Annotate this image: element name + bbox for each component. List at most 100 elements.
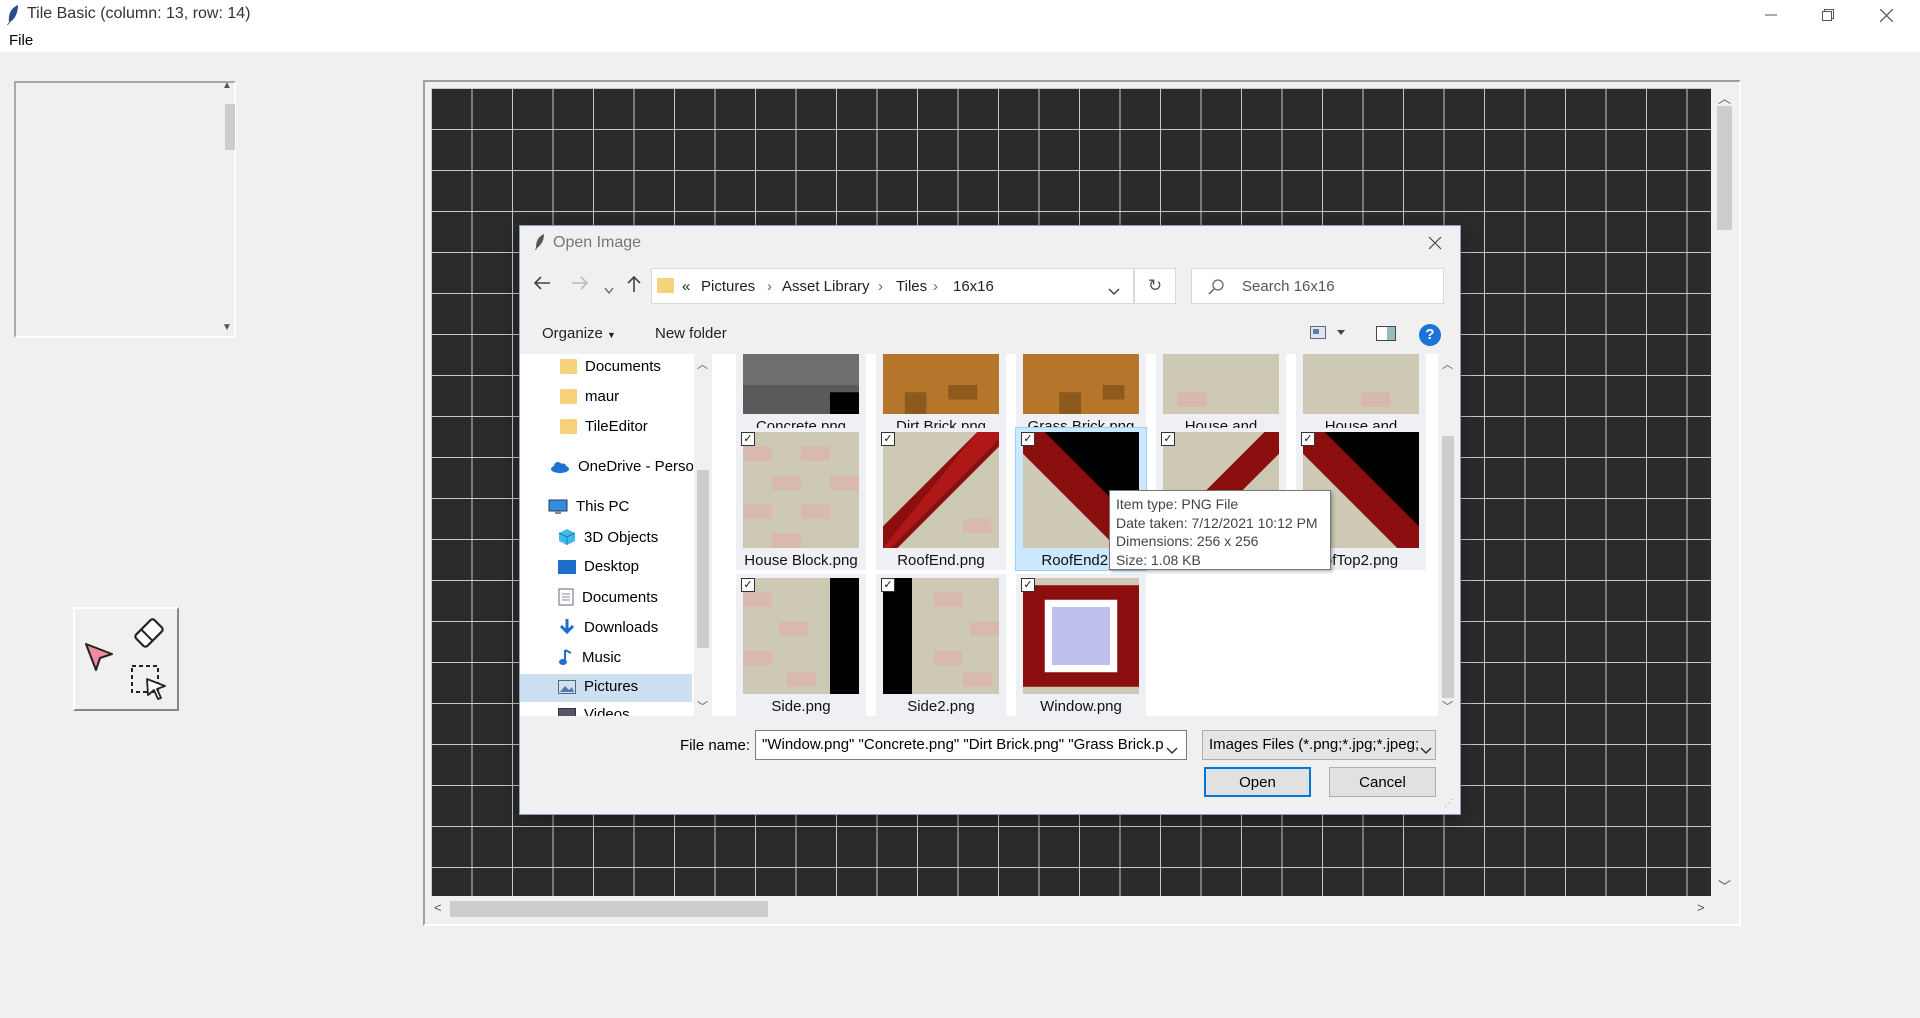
forward-button[interactable] — [571, 275, 589, 296]
caret-down-icon: ▼ — [607, 330, 616, 340]
item-checkbox[interactable]: ✓ — [881, 432, 895, 446]
title-bar — [0, 0, 1920, 30]
tile-thumbnail — [1023, 578, 1139, 694]
tile-list[interactable] — [14, 81, 236, 338]
breadcrumb-asset-library[interactable]: Asset Library — [782, 278, 870, 295]
tile-thumbnail — [1303, 354, 1419, 414]
item-checkbox[interactable]: ✓ — [1021, 578, 1035, 592]
close-icon — [1879, 8, 1893, 22]
file-item[interactable]: Dirt Brick.png — [876, 354, 1006, 436]
breadcrumb-prefix[interactable]: « — [682, 278, 690, 295]
item-checkbox[interactable]: ✓ — [741, 432, 755, 446]
item-checkbox[interactable]: ✓ — [1021, 432, 1035, 446]
search-box[interactable]: Search 16x16 — [1191, 268, 1444, 304]
nav-item-downloads[interactable]: Downloads — [558, 618, 658, 636]
file-tooltip: Item type: PNG File Date taken: 7/12/202… — [1109, 490, 1331, 570]
scroll-up-icon[interactable]: ︿ — [697, 356, 708, 372]
file-name-input[interactable]: "Window.png" "Concrete.png" "Dirt Brick.… — [755, 730, 1187, 760]
area-select-tool-button[interactable] — [125, 659, 173, 707]
file-name: Side2.png — [907, 698, 975, 715]
tile-thumbnail — [743, 578, 859, 694]
file-type-select[interactable]: Images Files (*.png;*.jpg;*.jpeg; — [1202, 730, 1436, 760]
nav-item-label: 3D Objects — [584, 528, 659, 546]
scroll-down-icon[interactable]: ﹀ — [697, 698, 708, 714]
dialog-title: Open Image — [553, 234, 642, 251]
nav-item-music[interactable]: Music — [558, 648, 621, 666]
file-item[interactable]: ✓ Window.png — [1016, 574, 1146, 716]
nav-item-label: Videos — [584, 706, 630, 716]
cancel-button[interactable]: Cancel — [1329, 767, 1436, 797]
item-checkbox[interactable]: ✓ — [1161, 432, 1175, 446]
nav-item-label: Downloads — [584, 618, 659, 636]
nav-item-documents[interactable]: Documents — [560, 358, 661, 375]
scroll-down-icon[interactable]: ﹀ — [1718, 876, 1731, 895]
file-item[interactable]: Grass Brick.png — [1016, 354, 1146, 436]
file-item[interactable]: ✓ Side.png — [736, 574, 866, 716]
back-button[interactable] — [533, 275, 551, 296]
file-name: Side.png — [771, 698, 831, 715]
item-checkbox[interactable]: ✓ — [741, 578, 755, 592]
tile-thumbnail — [883, 354, 999, 414]
canvas-hscroll-thumb[interactable] — [450, 901, 768, 917]
refresh-button[interactable]: ↻ — [1134, 268, 1176, 304]
help-button[interactable]: ? — [1419, 324, 1441, 346]
scroll-down-icon[interactable]: ▼ — [222, 322, 232, 333]
file-item[interactable]: ✓ Side2.png — [876, 574, 1006, 716]
file-type-dropdown-button[interactable] — [1420, 742, 1432, 759]
tooltip-item-type: Item type: PNG File — [1116, 496, 1239, 512]
menu-file[interactable]: File — [9, 32, 33, 49]
new-folder-button[interactable]: New folder — [655, 325, 727, 342]
scroll-up-icon[interactable]: ︿ — [1718, 88, 1731, 107]
file-item[interactable]: Concrete.png — [736, 354, 866, 436]
file-name-dropdown-button[interactable] — [1166, 742, 1178, 759]
music-icon — [559, 649, 572, 665]
file-item[interactable]: ✓ House Block.png — [736, 428, 866, 570]
file-view-scroll-thumb[interactable] — [1442, 436, 1454, 698]
tile-list-scroll-thumb[interactable] — [225, 104, 235, 150]
nav-item-label: TileEditor — [585, 418, 648, 435]
nav-item-videos[interactable]: Videos — [558, 706, 630, 716]
address-dropdown-button[interactable] — [1108, 283, 1120, 300]
breadcrumb-pictures[interactable]: Pictures — [701, 278, 755, 295]
eraser-tool-button[interactable] — [125, 609, 173, 657]
item-checkbox[interactable]: ✓ — [1301, 432, 1315, 446]
nav-item-3d-objects[interactable]: 3D Objects — [558, 528, 658, 546]
select-tool-button[interactable] — [75, 633, 123, 681]
scroll-up-icon[interactable]: ︿ — [1442, 356, 1453, 372]
nav-item-desktop[interactable]: Desktop — [558, 558, 639, 575]
restore-button[interactable] — [1800, 0, 1856, 30]
organize-menu[interactable]: Organize ▼ — [542, 325, 616, 342]
resize-grip-icon[interactable]: ⋰ — [1444, 798, 1454, 809]
nav-item-documents-pc[interactable]: Documents — [558, 588, 658, 606]
nav-pane-scroll-thumb[interactable] — [697, 470, 709, 648]
file-item[interactable]: ✓ RoofEnd.png — [876, 428, 1006, 570]
nav-item-label: Desktop — [584, 558, 640, 575]
scroll-right-icon[interactable]: > — [1697, 900, 1705, 915]
nav-item-pictures[interactable]: Pictures — [558, 678, 638, 695]
tile-thumbnail — [1163, 354, 1279, 414]
document-icon — [558, 588, 574, 606]
item-checkbox[interactable]: ✓ — [881, 578, 895, 592]
dialog-close-button[interactable] — [1428, 234, 1442, 255]
breadcrumb-16x16[interactable]: 16x16 — [953, 278, 994, 295]
scroll-down-icon[interactable]: ﹀ — [1442, 698, 1453, 714]
nav-item-tileeditor[interactable]: TileEditor — [560, 418, 648, 435]
nav-item-maur[interactable]: maur — [560, 388, 619, 405]
file-name: RoofEnd.png — [897, 552, 985, 569]
change-view-button[interactable] — [1310, 326, 1350, 344]
nav-item-onedrive[interactable]: OneDrive - Persor — [550, 458, 694, 475]
computer-icon — [548, 499, 568, 514]
scroll-up-icon[interactable]: ▲ — [222, 80, 232, 91]
up-button[interactable] — [626, 275, 642, 298]
minimize-button[interactable] — [1743, 0, 1799, 30]
tooltip-size: Size: 1.08 KB — [1116, 551, 1201, 568]
scroll-left-icon[interactable]: < — [434, 900, 442, 915]
chevron-down-icon — [604, 287, 614, 295]
preview-pane-button[interactable] — [1376, 326, 1396, 345]
open-button[interactable]: Open — [1204, 767, 1311, 797]
canvas-vscroll-thumb[interactable] — [1717, 106, 1732, 230]
close-button[interactable] — [1858, 0, 1914, 30]
nav-item-this-pc[interactable]: This PC — [548, 498, 629, 515]
breadcrumb-tiles[interactable]: Tiles — [896, 278, 927, 295]
recent-locations-button[interactable] — [604, 279, 614, 300]
